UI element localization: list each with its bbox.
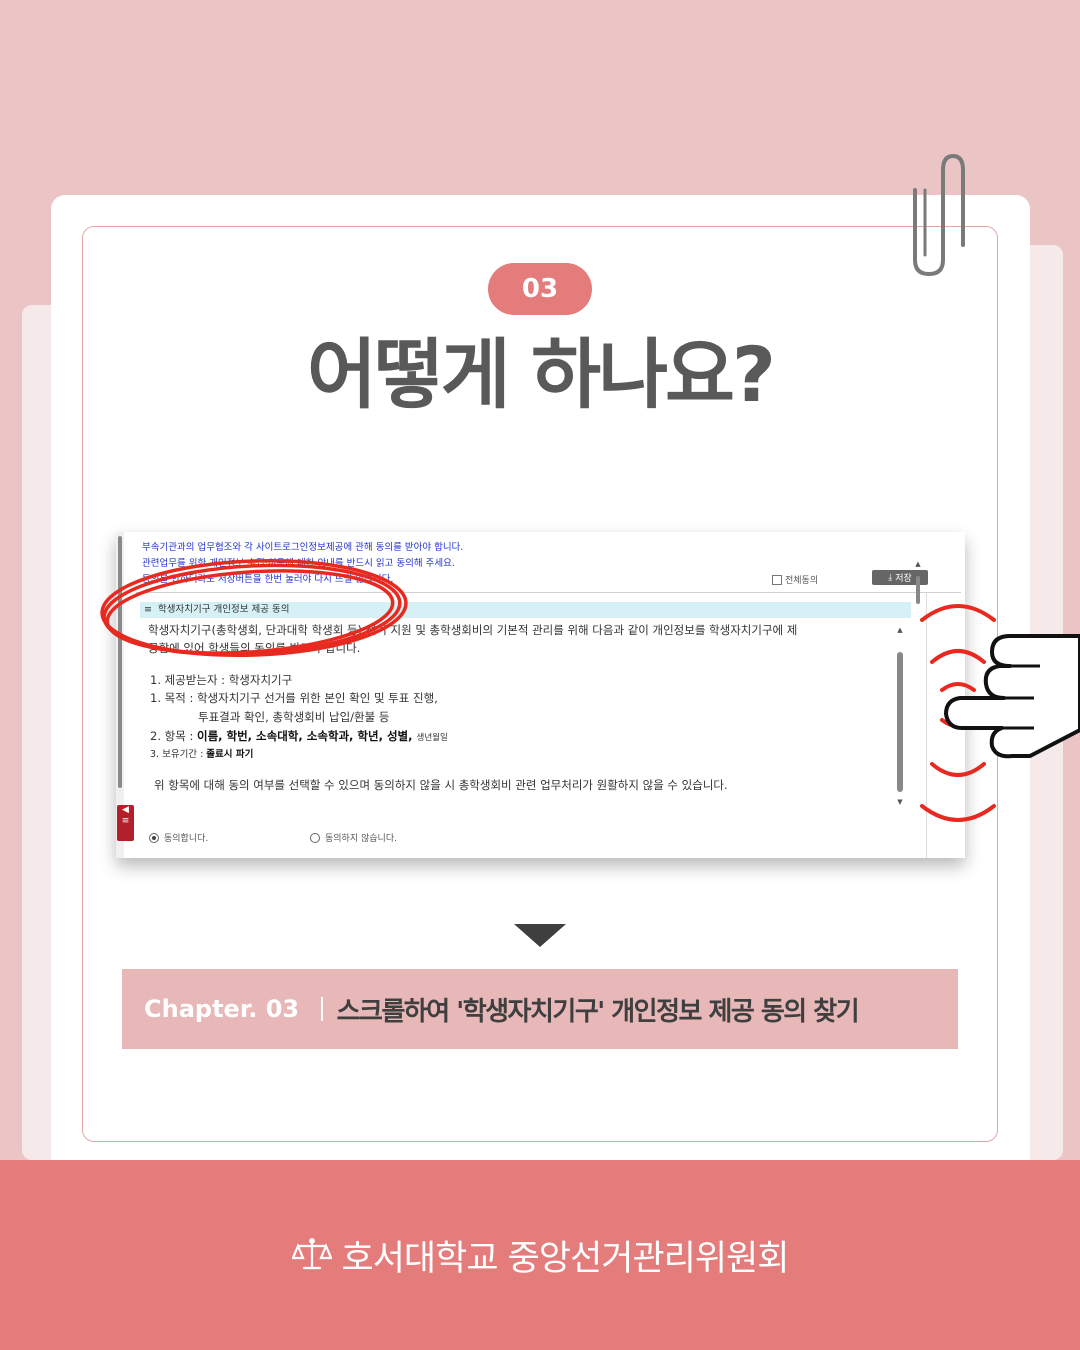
outer-scrollbar[interactable]: ▲ bbox=[913, 560, 923, 606]
retention-prefix: 3. 보유기간 : bbox=[150, 749, 207, 760]
disagree-radio[interactable]: 동의하지 않습니다. bbox=[310, 831, 397, 844]
chapter-text: 스크롤하여 '학생자치기구' 개인정보 제공 동의 찾기 bbox=[336, 996, 860, 1027]
down-arrow-icon bbox=[514, 924, 566, 947]
radio-selected-icon bbox=[149, 832, 159, 843]
chapter-label: Chapter. 03 bbox=[144, 995, 300, 1023]
outer-scrollbar-thumb[interactable] bbox=[916, 576, 920, 604]
panel-edge bbox=[926, 592, 927, 858]
agree-all-label: 전체동의 bbox=[785, 576, 819, 586]
purpose-line: 1. 목적 : 학생자치기구 선거를 위한 본인 확인 및 투표 진행, bbox=[150, 691, 438, 705]
footer: 호서대학교 중앙선거관리위원회 bbox=[0, 1160, 1080, 1350]
agree-option-label: 동의합니다. bbox=[164, 834, 209, 844]
scroll-up-icon[interactable]: ▲ bbox=[913, 560, 923, 568]
page-title: 어떻게 하나요? bbox=[306, 330, 776, 419]
notice-line: 부속기관과의 업무협조와 각 사이트로그인정보제공에 관해 동의를 받아야 합니… bbox=[142, 542, 464, 553]
chapter-divider bbox=[321, 997, 323, 1021]
radio-unselected-icon bbox=[310, 832, 320, 843]
checkbox-icon bbox=[772, 574, 782, 585]
consent-notice: 위 항목에 대해 동의 여부를 선택할 수 있으며 동의하지 않을 시 총학생회… bbox=[154, 778, 728, 792]
left-scrollbar-thumb[interactable] bbox=[118, 536, 122, 788]
items-values: 이름, 학번, 소속대학, 소속학과, 학년, 성별, bbox=[196, 729, 417, 743]
content-scrollbar-thumb[interactable] bbox=[897, 652, 903, 792]
retention-value: 졸료시 파기 bbox=[206, 749, 254, 760]
paperclip-icon bbox=[913, 153, 965, 277]
items-line: 2. 항목 : 이름, 학번, 소속대학, 소속학과, 학년, 성별, 생년월일 bbox=[150, 728, 448, 744]
disagree-option-label: 동의하지 않습니다. bbox=[325, 834, 397, 844]
items-small: 생년월일 bbox=[416, 733, 448, 743]
purpose-line: 투표결과 확인, 총학생회비 납입/환불 등 bbox=[198, 710, 390, 724]
save-button-label: 저장 bbox=[895, 574, 912, 584]
notice-line: 동의를 안하더라도 저장버튼을 한번 눌러야 다시 뜨질 않습니다. bbox=[142, 574, 394, 585]
recipient-line: 1. 제공받는자 : 학생자치기구 bbox=[150, 673, 293, 687]
side-menu-tab-icon: ◀ ≡ bbox=[121, 805, 130, 826]
side-menu-tab[interactable]: ◀ ≡ bbox=[117, 805, 134, 841]
intro-text: 공함에 있어 학생들의 동의를 받고자 합니다. bbox=[148, 641, 361, 655]
scale-icon bbox=[291, 1238, 332, 1270]
scroll-down-icon[interactable]: ▼ bbox=[894, 798, 906, 806]
items-prefix: 2. 항목 : bbox=[150, 729, 197, 743]
chapter-caption-bar: Chapter. 03 스크롤하여 '학생자치기구' 개인정보 제공 동의 찾기 bbox=[122, 969, 958, 1049]
section-header: ≡ 학생자치기구 개인정보 제공 동의 bbox=[140, 602, 911, 618]
scroll-up-icon[interactable]: ▲ bbox=[894, 626, 906, 634]
organization-name: 호서대학교 중앙선거관리위원회 bbox=[341, 1238, 790, 1279]
notice-line: 관련업무를 위한 개인정보 수집·이용에 대한 안내를 반드시 읽고 동의해 주… bbox=[142, 558, 455, 569]
list-icon: ≡ bbox=[144, 604, 152, 615]
agree-radio[interactable]: 동의합니다. bbox=[149, 831, 208, 844]
step-number-badge: 03 bbox=[488, 263, 592, 315]
download-icon: ⤓ bbox=[888, 572, 893, 583]
consent-screenshot: ◀ ≡ 부속기관과의 업무협조와 각 사이트로그인정보제공에 관해 동의를 받아야… bbox=[116, 532, 965, 858]
section-title: 학생자치기구 개인정보 제공 동의 bbox=[158, 604, 290, 615]
content-scrollbar[interactable]: ▲ ▼ bbox=[894, 626, 906, 806]
intro-text: 학생자치기구(총학생회, 단과대학 학생회 등) 선거 지원 및 총학생회비의 … bbox=[148, 623, 798, 637]
retention-line: 3. 보유기간 : 졸료시 파기 bbox=[150, 746, 253, 760]
divider bbox=[136, 592, 961, 593]
agree-all-checkbox[interactable]: 전체동의 bbox=[772, 573, 818, 586]
